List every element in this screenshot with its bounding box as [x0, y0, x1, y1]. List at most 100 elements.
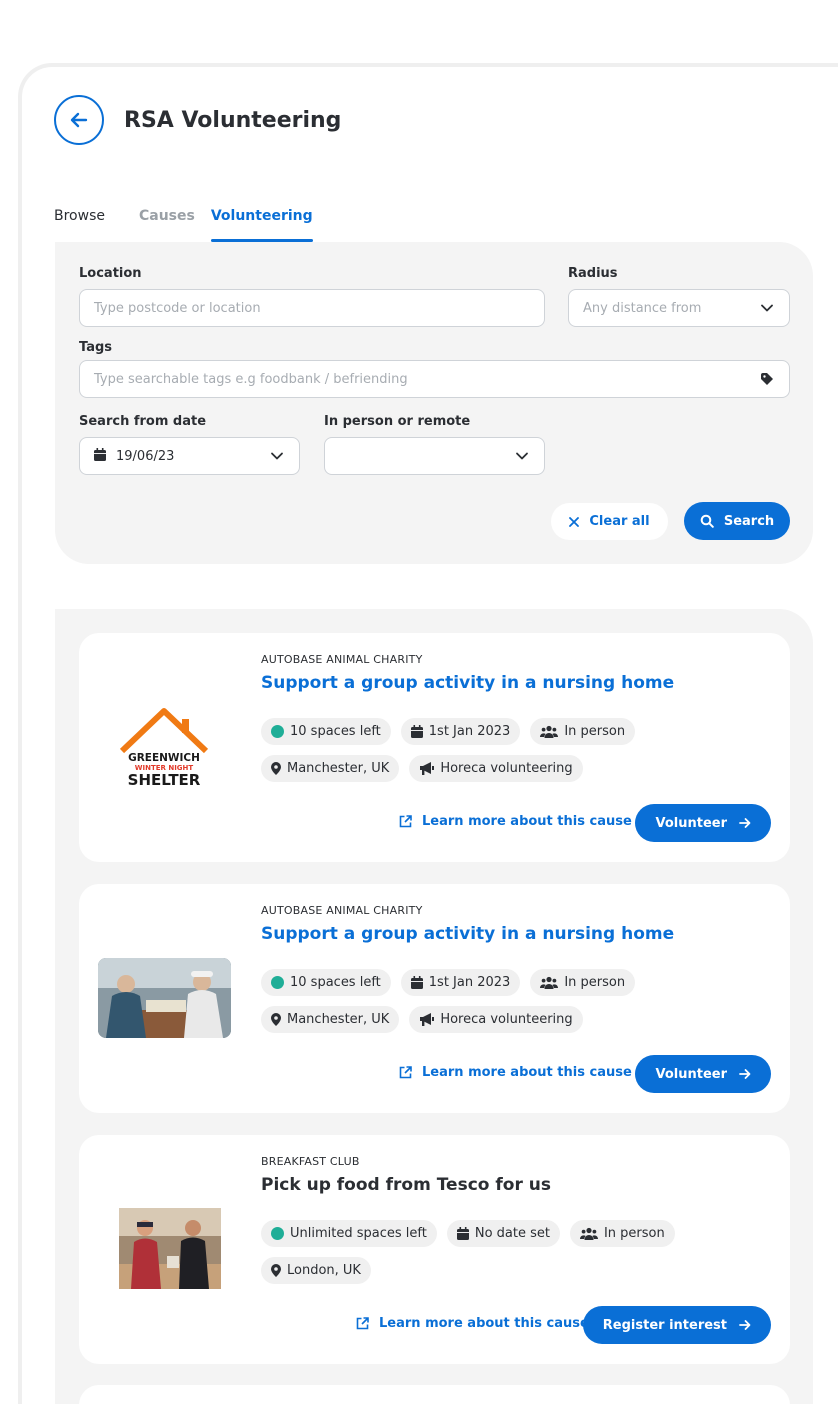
learn-more-link[interactable]: Learn more about this cause: [399, 814, 632, 829]
location-text: Manchester, UK: [287, 761, 390, 776]
location-text: London, UK: [287, 1263, 361, 1278]
arrow-right-icon: [739, 1069, 751, 1079]
opportunity-card: BREAKFAST CLUB Pick up food from Tesco f…: [79, 1135, 790, 1364]
date-badge: 1st Jan 2023: [400, 718, 521, 745]
date-value: 19/06/23: [116, 448, 175, 464]
date-badge: 1st Jan 2023: [400, 969, 521, 996]
close-icon: [569, 516, 580, 527]
volunteer-button[interactable]: Volunteer: [635, 804, 771, 842]
calendar-icon: [410, 976, 423, 989]
megaphone-icon: [420, 762, 435, 775]
logo-line-1: GREENWICH: [128, 752, 200, 764]
location-label: Location: [79, 266, 142, 281]
users-icon: [579, 1227, 598, 1240]
status-dot-icon: [271, 725, 284, 738]
volunteer-label: Volunteer: [655, 1066, 727, 1082]
opportunity-card: [79, 1385, 790, 1404]
radius-placeholder: Any distance from: [583, 300, 702, 316]
clear-all-button[interactable]: Clear all: [551, 503, 668, 540]
register-interest-label: Register interest: [602, 1317, 727, 1333]
date-label: Search from date: [79, 414, 207, 429]
spaces-text: Unlimited spaces left: [290, 1226, 427, 1241]
mode-text: In person: [564, 975, 626, 990]
map-pin-icon: [271, 762, 281, 775]
location-badge: London, UK: [261, 1257, 371, 1284]
organisation-name: AUTOBASE ANIMAL CHARITY: [261, 653, 423, 666]
spaces-badge: Unlimited spaces left: [261, 1220, 437, 1247]
organisation-name: AUTOBASE ANIMAL CHARITY: [261, 904, 423, 917]
tab-causes[interactable]: Causes: [139, 206, 195, 242]
page-header: RSA Volunteering: [54, 95, 341, 145]
calendar-icon: [456, 1227, 469, 1240]
location-input[interactable]: Type postcode or location: [79, 289, 545, 327]
external-link-icon: [399, 815, 412, 828]
chevron-down-icon: [269, 448, 285, 464]
opportunity-title[interactable]: Pick up food from Tesco for us: [261, 1175, 551, 1195]
learn-more-link[interactable]: Learn more about this cause: [356, 1316, 589, 1331]
category-text: Horeca volunteering: [440, 761, 573, 776]
mode-select[interactable]: [324, 437, 545, 475]
chevron-down-icon: [759, 300, 775, 316]
radius-select[interactable]: Any distance from: [568, 289, 790, 327]
users-icon: [540, 725, 559, 738]
learn-more-link[interactable]: Learn more about this cause: [399, 1065, 632, 1080]
map-pin-icon: [271, 1264, 281, 1277]
location-badge: Manchester, UK: [261, 755, 400, 782]
learn-more-text: Learn more about this cause: [422, 814, 632, 829]
mode-label: In person or remote: [324, 414, 471, 429]
date-picker[interactable]: 19/06/23: [79, 437, 300, 475]
logo-line-3: SHELTER: [128, 771, 201, 789]
spaces-badge: 10 spaces left: [261, 718, 391, 745]
opportunity-title[interactable]: Support a group activity in a nursing ho…: [261, 924, 674, 944]
date-text: No date set: [474, 1226, 550, 1241]
category-text: Horeca volunteering: [440, 1012, 573, 1027]
external-link-icon: [399, 1066, 412, 1079]
opportunity-photo: [98, 958, 231, 1038]
opportunity-card: AUTOBASE ANIMAL CHARITY Support a group …: [79, 884, 790, 1113]
mode-badge: In person: [569, 1220, 675, 1247]
arrow-right-icon: [739, 818, 751, 828]
search-label: Search: [723, 513, 775, 529]
tags-placeholder: Type searchable tags e.g foodbank / befr…: [94, 371, 408, 387]
search-button[interactable]: Search: [684, 502, 790, 540]
tab-browse[interactable]: Browse: [54, 206, 105, 242]
tags-input[interactable]: Type searchable tags e.g foodbank / befr…: [79, 360, 790, 398]
opportunity-card: GREENWICH WINTER NIGHT SHELTER AUTOBASE …: [79, 633, 790, 862]
megaphone-icon: [420, 1013, 435, 1026]
date-text: 1st Jan 2023: [428, 975, 511, 990]
calendar-icon: [410, 725, 423, 738]
charity-logo: GREENWICH WINTER NIGHT SHELTER: [119, 705, 209, 789]
opportunity-photo: [119, 1208, 221, 1289]
volunteer-label: Volunteer: [655, 815, 727, 831]
opportunity-title[interactable]: Support a group activity in a nursing ho…: [261, 673, 674, 693]
register-interest-button[interactable]: Register interest: [582, 1306, 771, 1344]
spaces-text: 10 spaces left: [290, 724, 381, 739]
date-text: 1st Jan 2023: [428, 724, 511, 739]
page-title: RSA Volunteering: [124, 107, 342, 133]
arrow-left-icon: [70, 112, 88, 128]
back-button[interactable]: [54, 95, 104, 145]
tab-bar: Browse Causes Volunteering: [54, 206, 329, 242]
external-link-icon: [356, 1317, 369, 1330]
learn-more-text: Learn more about this cause: [379, 1316, 589, 1331]
map-pin-icon: [271, 1013, 281, 1026]
mode-badge: In person: [530, 718, 636, 745]
tab-volunteering[interactable]: Volunteering: [210, 206, 313, 242]
location-placeholder: Type postcode or location: [94, 300, 261, 316]
organisation-name: BREAKFAST CLUB: [261, 1155, 360, 1168]
tags-label: Tags: [79, 340, 113, 355]
clear-all-label: Clear all: [589, 514, 650, 529]
radius-label: Radius: [568, 266, 618, 281]
users-icon: [540, 976, 559, 989]
spaces-badge: 10 spaces left: [261, 969, 391, 996]
arrow-right-icon: [739, 1320, 751, 1330]
category-badge: Horeca volunteering: [409, 1006, 583, 1033]
category-badge: Horeca volunteering: [409, 755, 583, 782]
volunteer-button[interactable]: Volunteer: [635, 1055, 771, 1093]
status-dot-icon: [271, 1227, 284, 1240]
mode-text: In person: [603, 1226, 665, 1241]
mode-text: In person: [564, 724, 626, 739]
tag-icon: [759, 371, 775, 387]
mode-badge: In person: [530, 969, 636, 996]
search-icon: [700, 514, 714, 528]
